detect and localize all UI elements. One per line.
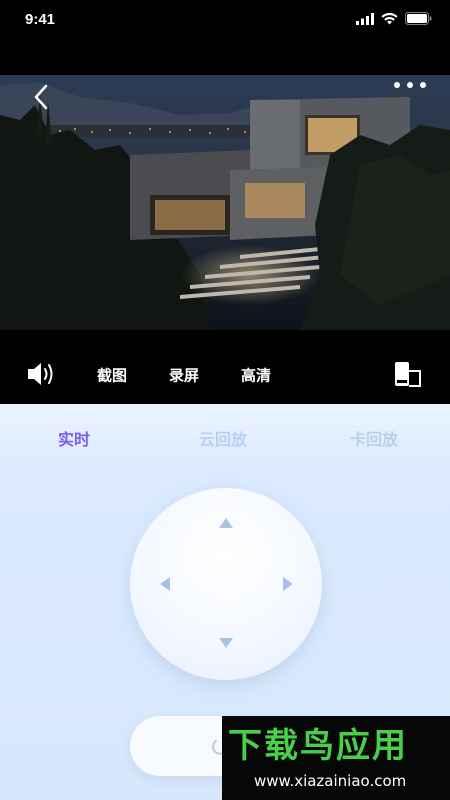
rotate-screen-icon[interactable] xyxy=(392,360,424,388)
status-bar: 9:41 xyxy=(0,0,450,75)
quality-button[interactable]: 高清 xyxy=(241,365,271,386)
video-frame-image xyxy=(0,75,450,330)
status-icons xyxy=(356,12,432,25)
record-button[interactable]: 录屏 xyxy=(169,365,199,386)
arrow-up-icon[interactable] xyxy=(219,518,233,528)
arrow-right-icon[interactable] xyxy=(283,577,293,591)
watermark: 下载鸟应用 www.xiazainiao.com xyxy=(222,716,450,800)
watermark-url: www.xiazainiao.com xyxy=(254,772,407,790)
wifi-icon xyxy=(381,12,398,24)
tab-card-playback[interactable]: 卡回放 xyxy=(350,426,398,450)
volume-icon[interactable] xyxy=(26,361,58,387)
watermark-title: 下载鸟应用 xyxy=(228,726,408,766)
ptz-direction-pad[interactable] xyxy=(130,488,322,680)
back-chevron-icon[interactable] xyxy=(28,83,56,111)
tab-live[interactable]: 实时 xyxy=(58,426,90,450)
more-dots-icon[interactable] xyxy=(392,78,428,92)
live-video-feed[interactable] xyxy=(0,75,450,330)
arrow-down-icon[interactable] xyxy=(219,638,233,648)
screenshot-button[interactable]: 截图 xyxy=(97,365,127,386)
tab-cloud-playback[interactable]: 云回放 xyxy=(199,426,247,450)
battery-icon xyxy=(405,12,432,25)
playback-tabs: 实时 云回放 卡回放 xyxy=(0,404,450,468)
video-toolbar: 截图 录屏 高清 xyxy=(0,330,450,404)
signal-icon xyxy=(356,12,374,25)
status-time: 9:41 xyxy=(25,11,56,28)
arrow-left-icon[interactable] xyxy=(160,577,170,591)
